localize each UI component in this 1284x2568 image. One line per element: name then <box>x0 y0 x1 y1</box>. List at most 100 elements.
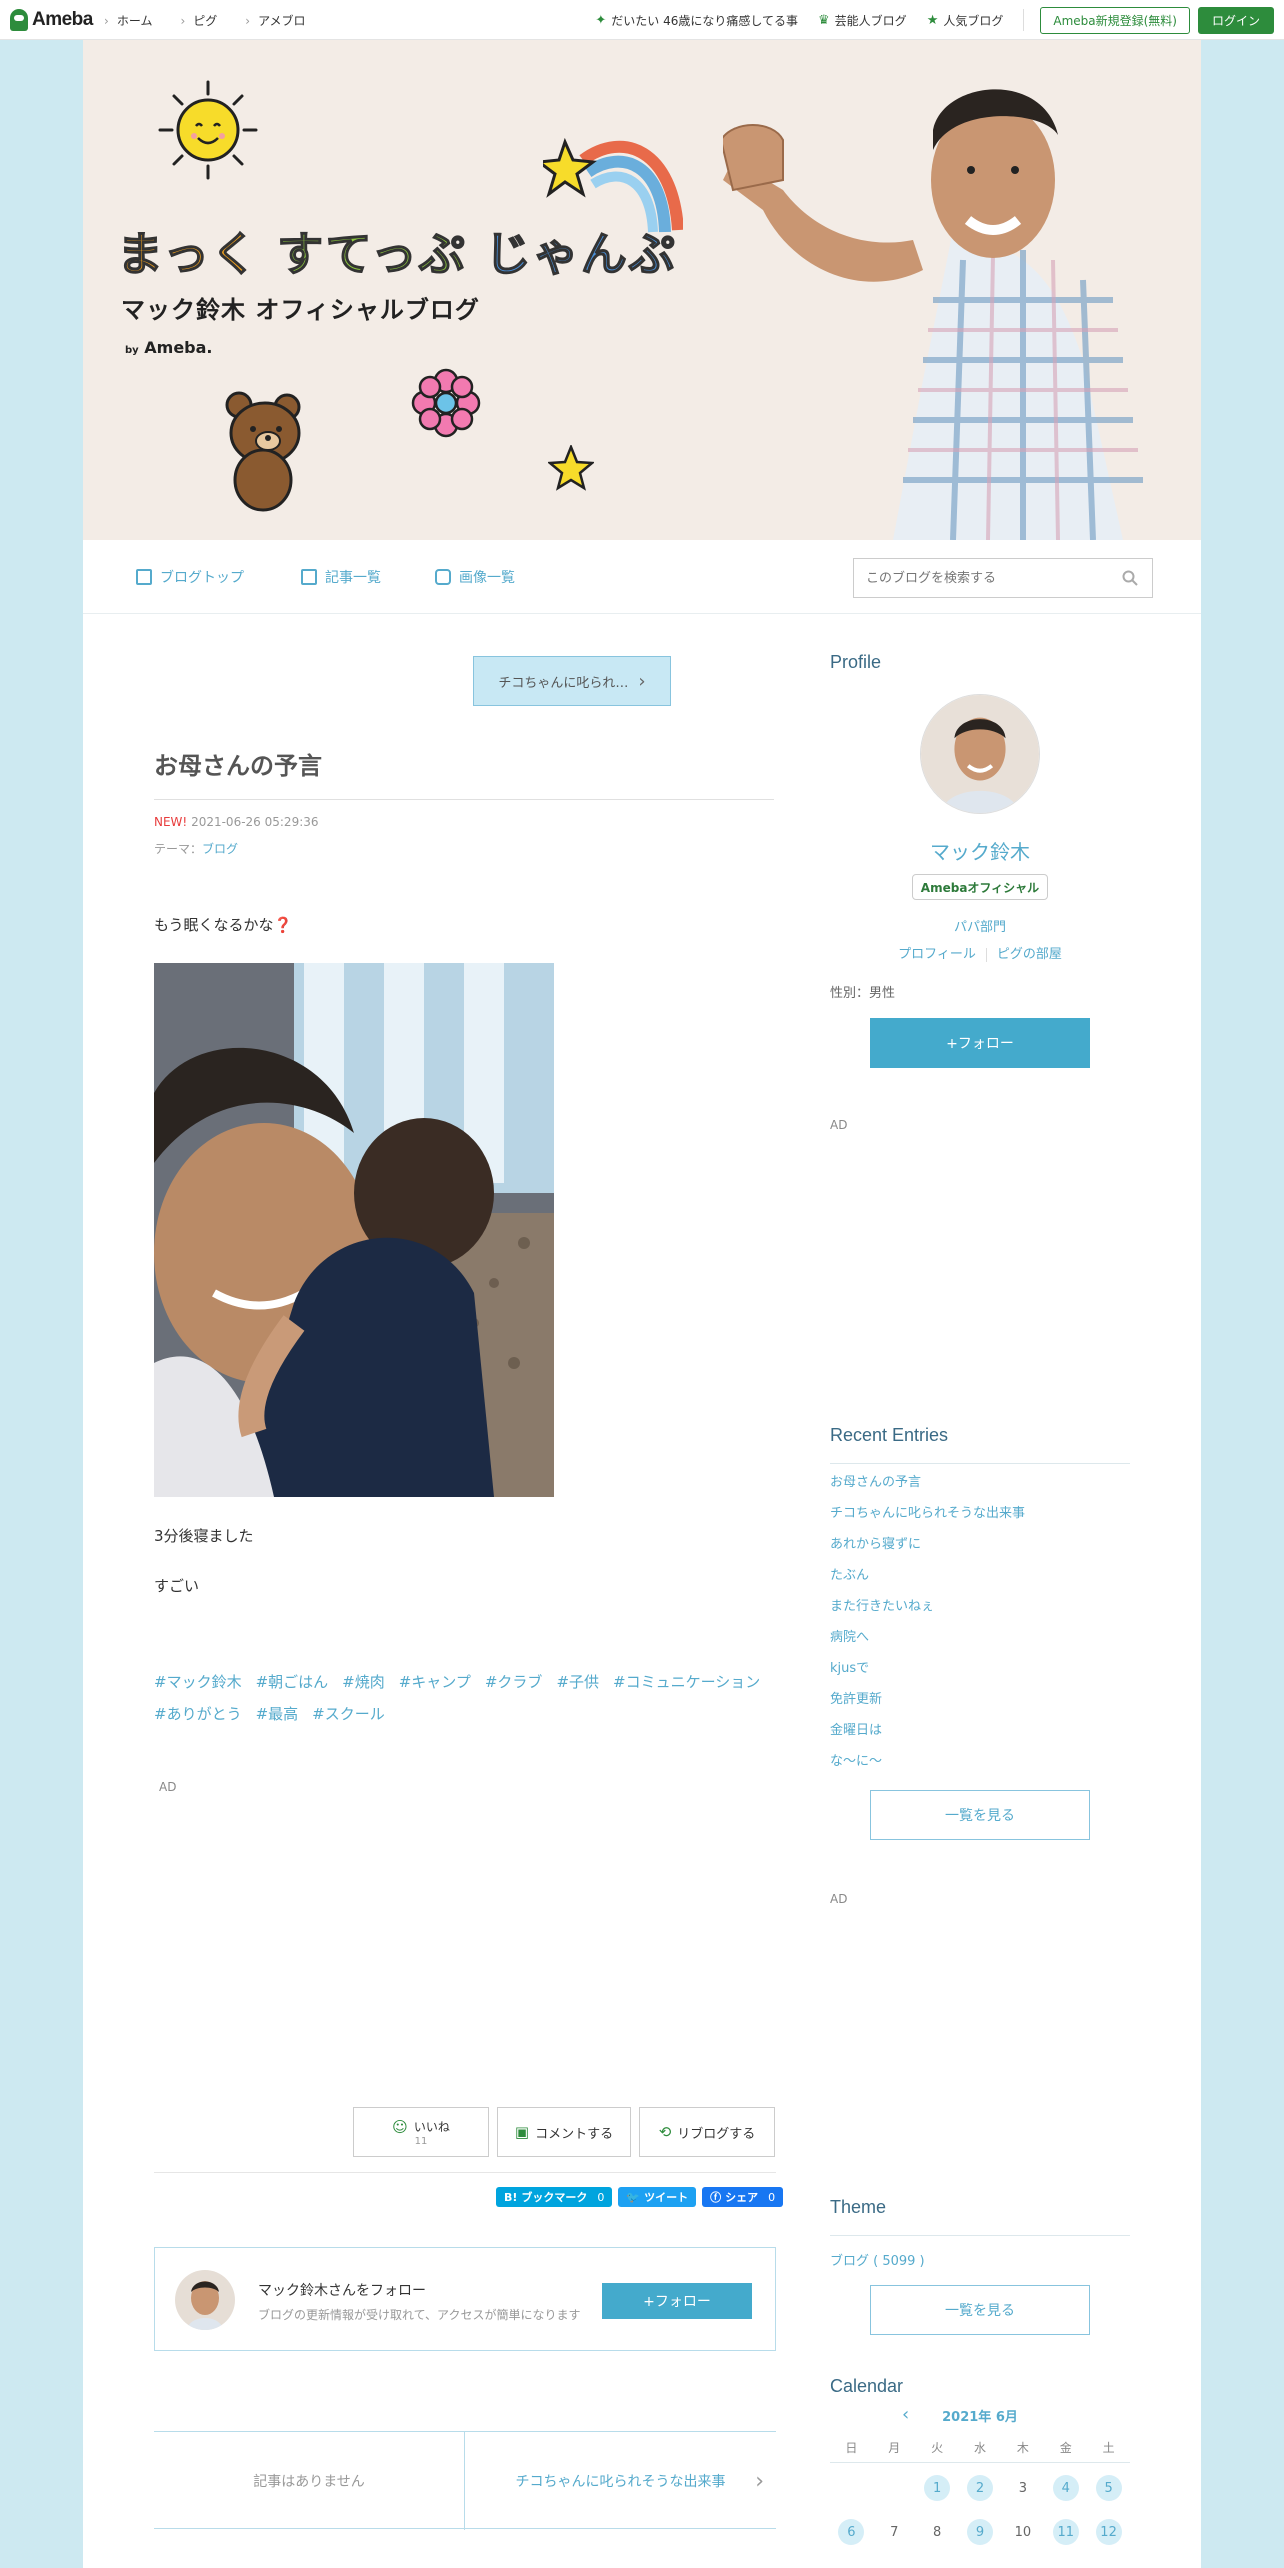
recent-entry-link[interactable]: たぶん <box>830 1568 1130 1599</box>
official-badge: Amebaオフィシャル <box>912 874 1048 900</box>
calendar-day[interactable]: 6 <box>830 2518 873 2546</box>
search-input[interactable] <box>854 559 1104 597</box>
recent-entry-link[interactable]: 免許更新 <box>830 1692 1130 1723</box>
avatar[interactable] <box>175 2270 235 2330</box>
follow-button[interactable]: +フォロー <box>602 2283 752 2319</box>
bear-illustration <box>225 391 301 512</box>
theme-item[interactable]: ブログ ( 5099 ) <box>830 2250 925 2269</box>
hashtag[interactable]: #スクール <box>312 1698 385 1730</box>
calendar-day <box>830 2474 873 2502</box>
hashtag[interactable]: #最高 <box>256 1698 299 1730</box>
facebook-share-button[interactable]: ⓕ シェア 0 <box>702 2187 784 2207</box>
hashtag[interactable]: #マック鈴木 <box>154 1666 242 1698</box>
hashtag[interactable]: #ありがとう <box>154 1698 242 1730</box>
hatena-bookmark-button[interactable]: B! ブックマーク 0 <box>496 2187 613 2207</box>
popular-blog-link[interactable]: ★ 人気ブログ <box>927 12 1004 29</box>
calendar-day: 7 <box>890 2524 899 2540</box>
calendar-day[interactable]: 4 <box>1044 2474 1087 2502</box>
chevron-left-icon[interactable]: ‹ <box>902 2404 909 2425</box>
calendar-day-link[interactable]: 11 <box>1052 2519 1079 2545</box>
global-header: Ameba ホーム ピグ アメブロ ✦だいたい 46歳になり痛感してる事 ♛芸能… <box>0 0 1284 40</box>
recent-entry-link[interactable]: チコちゃんに叱られそうな出来事 <box>830 1506 1130 1537</box>
blog-search <box>853 558 1153 598</box>
calendar-day-link[interactable]: 1 <box>924 2475 951 2501</box>
follow-description: ブログの更新情報が受け取れて、アクセスが簡単になります <box>258 2308 581 2322</box>
calendar-day-link[interactable]: 5 <box>1095 2475 1122 2501</box>
recent-entry-link[interactable]: 金曜日は <box>830 1723 1130 1754</box>
calendar-week: 6 7 8 9 10 11 12 <box>830 2518 1130 2546</box>
recent-entry-link[interactable]: また行きたいねぇ <box>830 1599 1130 1630</box>
calendar-day[interactable]: 2 <box>959 2474 1002 2502</box>
divider <box>830 2235 1130 2236</box>
sun-illustration <box>158 80 258 180</box>
trending-link[interactable]: ✦ だいたい 46歳になり痛感してる事 <box>595 12 798 29</box>
nav-home[interactable]: ホーム <box>104 12 153 29</box>
hashtag[interactable]: #キャンプ <box>399 1666 471 1698</box>
entries-more-button[interactable]: 一覧を見る <box>870 1790 1090 1840</box>
calendar-day[interactable]: 5 <box>1087 2474 1130 2502</box>
document-icon <box>136 569 152 585</box>
article-date: NEW! 2021-06-26 05:29:36 <box>154 815 319 829</box>
comment-button[interactable]: ▣ コメントする <box>497 2107 631 2157</box>
calendar-day[interactable]: 1 <box>916 2474 959 2502</box>
calendar-day[interactable]: 12 <box>1087 2518 1130 2546</box>
blog-top-link[interactable]: ブログトップ <box>136 567 244 587</box>
hashtag[interactable]: #子供 <box>556 1666 599 1698</box>
image-list-link[interactable]: 画像一覧 <box>435 567 515 587</box>
profile-link[interactable]: プロフィール <box>898 947 976 962</box>
recent-entry-link[interactable]: あれから寝ずに <box>830 1537 1130 1568</box>
login-button[interactable]: ログイン <box>1197 6 1274 34</box>
recent-entry-link[interactable]: kjusで <box>830 1661 1130 1692</box>
copy-icon <box>301 569 317 585</box>
hashtag[interactable]: #コミュニケーション <box>613 1666 760 1698</box>
recent-entry-link[interactable]: お母さんの予言 <box>830 1475 1130 1506</box>
ameba-logo[interactable]: Ameba <box>10 8 93 32</box>
calendar-day-link[interactable]: 6 <box>838 2519 865 2545</box>
article-photo[interactable] <box>154 963 554 1497</box>
star-icon: ★ <box>926 12 939 28</box>
recent-entry-link[interactable]: な〜に〜 <box>830 1754 1130 1785</box>
next-entry-link[interactable]: チコちゃんに叱られ… › <box>473 656 671 706</box>
hashtag[interactable]: #朝ごはん <box>256 1666 329 1698</box>
calendar-day-link[interactable]: 4 <box>1052 2475 1079 2501</box>
global-nav: ホーム ピグ アメブロ <box>104 0 306 40</box>
register-button[interactable]: Ameba新規登録(無料) <box>1040 6 1190 34</box>
profile-name[interactable]: マック鈴木 <box>830 836 1130 865</box>
nav-ameblo[interactable]: アメブロ <box>245 12 305 29</box>
calendar-day[interactable]: 11 <box>1044 2518 1087 2546</box>
reblog-button[interactable]: ⟲ リブログする <box>639 2107 775 2157</box>
article-title[interactable]: お母さんの予言 <box>154 746 774 800</box>
calendar-day[interactable]: 9 <box>959 2518 1002 2546</box>
article-paragraph: 3分後寝ました <box>154 1527 254 1545</box>
calendar-day <box>873 2474 916 2502</box>
weekday: 木 <box>1016 2441 1029 2455</box>
themes-more-button[interactable]: 一覧を見る <box>870 2285 1090 2335</box>
recent-entry-link[interactable]: 病院へ <box>830 1630 1130 1661</box>
nav-pig[interactable]: ピグ <box>180 12 217 29</box>
hashtag[interactable]: #クラブ <box>485 1666 543 1698</box>
ad-label: AD <box>830 1118 848 1132</box>
celebrity-blog-link[interactable]: ♛ 芸能人ブログ <box>818 12 907 29</box>
twitter-icon: 🐦 <box>626 2190 641 2204</box>
star-illustration <box>548 445 594 491</box>
tweet-button[interactable]: 🐦 ツイート <box>618 2187 697 2207</box>
divider <box>1023 9 1025 31</box>
calendar-day-link[interactable]: 2 <box>967 2475 993 2501</box>
blog-header-banner[interactable]: まっく すてっぷ じゃんぷ マック鈴木 オフィシャルブログ by Ameba. <box>83 40 1201 540</box>
reblog-icon: ⟲ <box>658 2123 672 2141</box>
profile-avatar[interactable] <box>920 694 1040 814</box>
theme-link[interactable]: ブログ <box>202 842 238 856</box>
hashtag[interactable]: #焼肉 <box>342 1666 385 1698</box>
calendar-day-link[interactable]: 12 <box>1095 2519 1122 2545</box>
pig-room-link[interactable]: ピグの部屋 <box>997 947 1062 962</box>
profile-category[interactable]: パパ部門 <box>830 916 1130 935</box>
blog-nav: ブログトップ 記事一覧 画像一覧 <box>83 540 1201 614</box>
entry-list-link[interactable]: 記事一覧 <box>301 567 381 587</box>
search-icon[interactable] <box>1122 570 1138 586</box>
sidebar-follow-button[interactable]: +フォロー <box>870 1018 1090 1068</box>
follow-title: マック鈴木さんをフォロー <box>258 2283 426 2299</box>
calendar-day-link[interactable]: 9 <box>967 2519 993 2545</box>
like-button[interactable]: ☺ いいね 11 <box>353 2107 489 2157</box>
article-actions: ☺ いいね 11 ▣ コメントする ⟲ リブログする <box>353 2107 775 2157</box>
next-entry-link-bottom[interactable]: チコちゃんに叱られそうな出来事 › <box>465 2432 776 2530</box>
